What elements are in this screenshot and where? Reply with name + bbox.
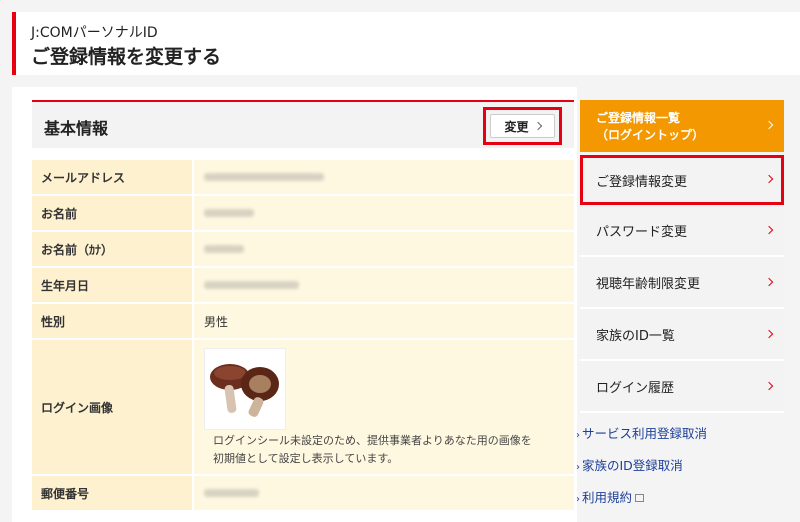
name-value	[192, 196, 574, 230]
link-label: 家族のID登録取消	[582, 458, 683, 473]
postal-value	[192, 476, 574, 510]
sidebar-item-label: ご登録情報変更	[596, 174, 688, 190]
edit-button[interactable]: 変更	[490, 114, 555, 138]
chevron-right-icon	[764, 381, 774, 391]
section-header: 基本情報 変更	[32, 100, 574, 148]
sidebar-item-age-limit[interactable]: 視聴年齢制限変更	[580, 257, 784, 309]
login-image-value: ログインシール未設定のため、提供事業者よりあなた用の画像を初期値として設定し表示…	[192, 340, 574, 474]
family-id-cancel-link[interactable]: › 家族のID登録取消	[576, 455, 707, 473]
blurred-value	[204, 173, 324, 181]
main-panel: 基本情報 変更 メールアドレス お名前 お名前（ｶﾅ） 生年月日 性別 男性 ロ…	[12, 87, 577, 522]
mushroom-image	[204, 348, 286, 430]
link-arrow-icon: ›	[576, 494, 580, 505]
sidebar-item-label: パスワード変更	[596, 224, 688, 240]
blurred-value	[204, 209, 254, 217]
birthdate-label: 生年月日	[32, 268, 192, 302]
chevron-right-icon	[764, 277, 774, 287]
table-row: お名前（ｶﾅ）	[32, 232, 574, 268]
edit-button-highlight: 変更	[483, 107, 562, 145]
blurred-value	[204, 489, 259, 497]
table-row: お名前	[32, 196, 574, 232]
page-header: J:COMパーソナルID ご登録情報を変更する	[12, 12, 800, 75]
link-label: 利用規約	[582, 490, 633, 505]
login-image-label: ログイン画像	[32, 340, 192, 474]
external-window-icon	[635, 494, 645, 502]
email-value	[192, 160, 574, 194]
birthdate-value	[192, 268, 574, 302]
edit-button-label: 変更	[504, 119, 529, 134]
sidebar-item-profile-edit[interactable]: ご登録情報変更	[580, 155, 784, 205]
link-label: サービス利用登録取消	[582, 426, 708, 441]
login-top-label-1: ご登録情報一覧	[596, 111, 681, 125]
terms-link[interactable]: › 利用規約	[576, 487, 707, 505]
table-row: 性別 男性	[32, 304, 574, 340]
name-kana-value	[192, 232, 574, 266]
chevron-right-icon	[764, 329, 774, 339]
sidebar-item-login-history[interactable]: ログイン履歴	[580, 361, 784, 413]
login-top-label-2: （ログイントップ）	[596, 128, 705, 142]
sidebar-item-label: 家族のID一覧	[596, 328, 675, 344]
email-label: メールアドレス	[32, 160, 192, 194]
service-cancel-link[interactable]: › サービス利用登録取消	[576, 423, 707, 441]
section-title: 基本情報	[44, 119, 109, 138]
page-title: ご登録情報を変更する	[31, 46, 222, 68]
service-name: J:COMパーソナルID	[31, 25, 158, 41]
chevron-right-icon	[764, 174, 774, 184]
sidebar-item-password[interactable]: パスワード変更	[580, 205, 784, 257]
gender-label: 性別	[32, 304, 192, 338]
table-row: 郵便番号	[32, 476, 574, 512]
sidebar-item-family-ids[interactable]: 家族のID一覧	[580, 309, 784, 361]
table-row: ログイン画像 ログインシール未設定のため、提供事業者よりあなた用の画像を初期値と…	[32, 340, 574, 476]
table-row: メールアドレス	[32, 160, 574, 196]
chevron-right-icon	[764, 225, 774, 235]
link-arrow-icon: ›	[576, 462, 580, 473]
blurred-value	[204, 281, 299, 289]
sidebar-item-label: 視聴年齢制限変更	[596, 276, 701, 292]
table-row: 生年月日	[32, 268, 574, 304]
basic-info-table: メールアドレス お名前 お名前（ｶﾅ） 生年月日 性別 男性 ログイン画像 ログ…	[32, 160, 574, 512]
sidebar-menu: ご登録情報一覧 （ログイントップ） ご登録情報変更 パスワード変更 視聴年齢制限…	[580, 100, 784, 413]
blurred-value	[204, 245, 244, 253]
chevron-right-icon	[533, 121, 542, 131]
name-label: お名前	[32, 196, 192, 230]
login-image-note: ログインシール未設定のため、提供事業者よりあなた用の画像を初期値として設定し表示…	[213, 434, 532, 465]
link-arrow-icon: ›	[576, 430, 580, 441]
postal-label: 郵便番号	[32, 476, 192, 510]
sidebar-item-label: ログイン履歴	[596, 380, 675, 396]
footer-links: › サービス利用登録取消 › 家族のID登録取消 › 利用規約	[576, 423, 707, 519]
name-kana-label: お名前（ｶﾅ）	[32, 232, 192, 266]
login-top-button[interactable]: ご登録情報一覧 （ログイントップ）	[580, 100, 784, 152]
gender-value: 男性	[192, 304, 574, 338]
